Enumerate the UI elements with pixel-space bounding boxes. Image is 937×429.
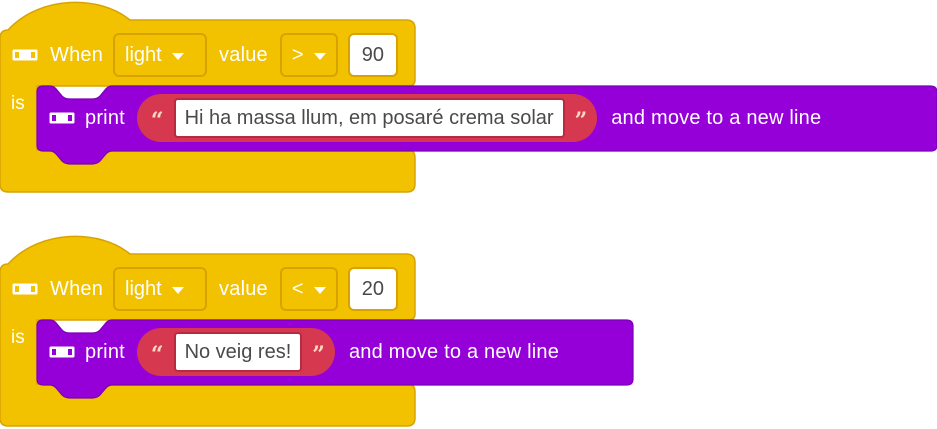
text-string-block[interactable]: “ No veig res! ” bbox=[136, 328, 335, 376]
extension-icon bbox=[49, 346, 75, 358]
open-quote-icon: “ bbox=[150, 342, 164, 368]
print-label: print bbox=[85, 106, 125, 129]
print-label: print bbox=[85, 340, 125, 363]
newline-suffix-label: and move to a new line bbox=[611, 106, 822, 129]
close-quote-icon: ” bbox=[312, 342, 325, 368]
extension-icon bbox=[49, 112, 75, 124]
close-quote-icon: ” bbox=[574, 108, 588, 134]
text-string-block[interactable]: “ Hi ha massa llum, em posaré crema sola… bbox=[136, 94, 598, 142]
print-text-input[interactable]: Hi ha massa llum, em posaré crema solar bbox=[173, 98, 565, 138]
print-text-input[interactable]: No veig res! bbox=[173, 332, 303, 372]
newline-suffix-label: and move to a new line bbox=[348, 340, 560, 363]
print-block[interactable]: print “ Hi ha massa llum, em posaré crem… bbox=[37, 89, 821, 147]
open-quote-icon: “ bbox=[150, 108, 164, 134]
print-block[interactable]: print “ No veig res! ” and move to a new… bbox=[37, 323, 559, 381]
